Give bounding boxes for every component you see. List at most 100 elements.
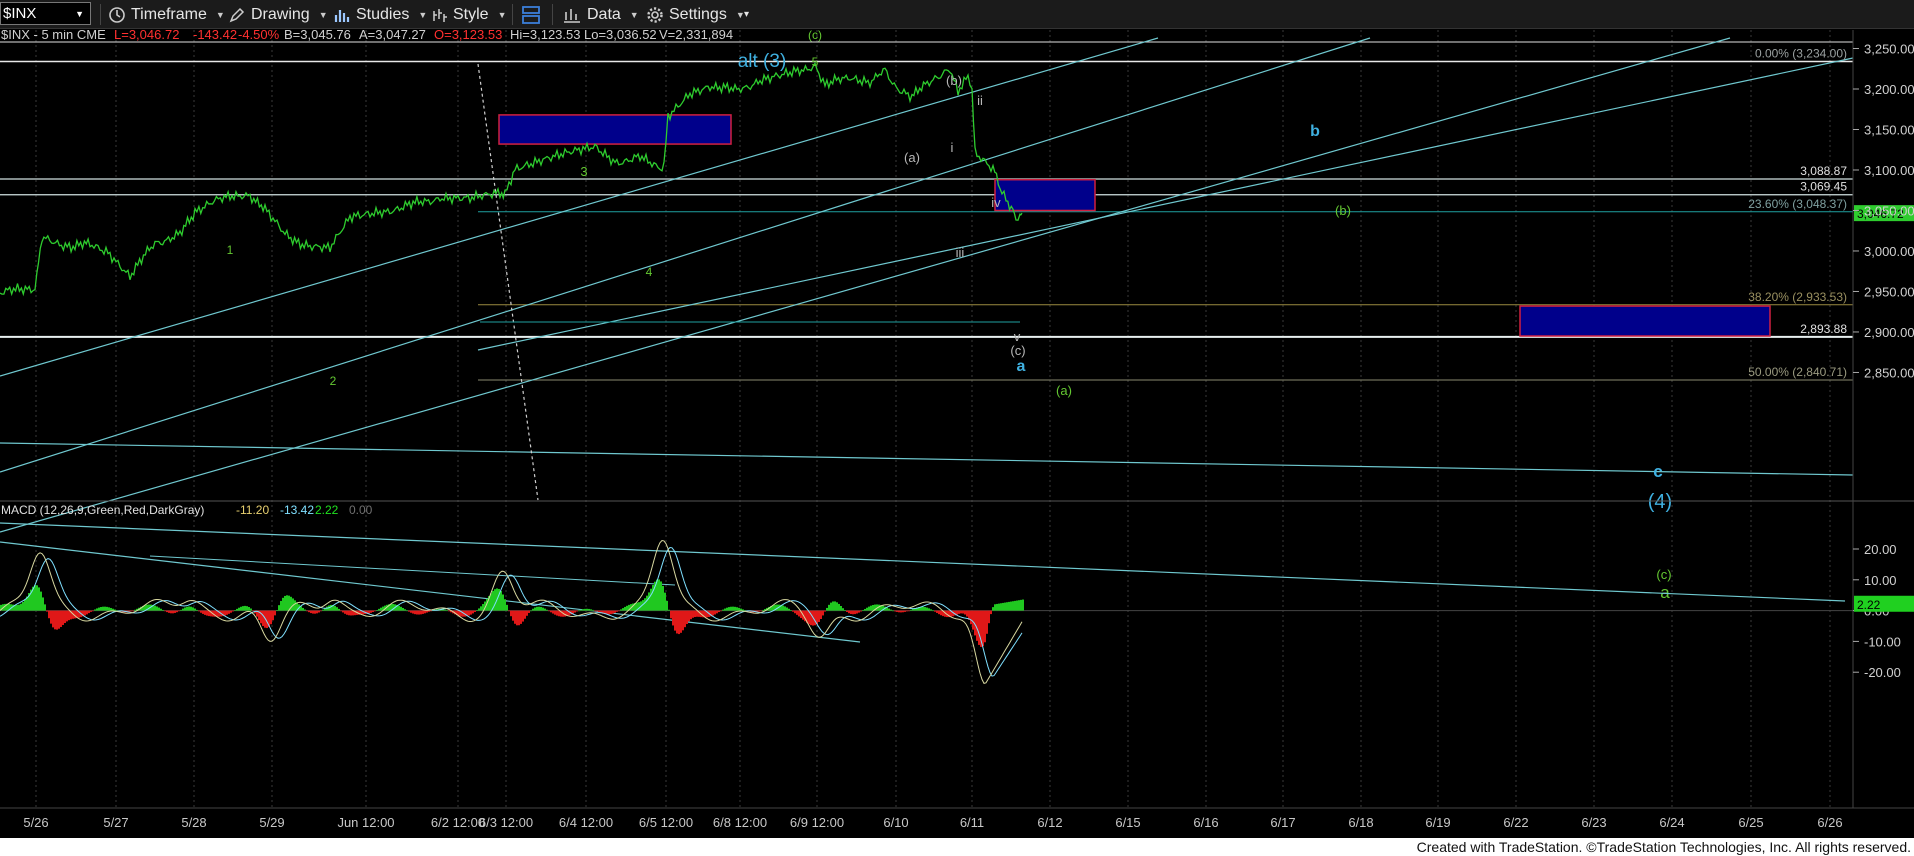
macd-histogram-bar — [724, 608, 726, 611]
macd-histogram-bar — [552, 610, 554, 614]
macd-histogram-bar — [102, 606, 104, 611]
macd-histogram-bar — [410, 610, 412, 613]
level-label: 3,069.45 — [1800, 180, 1847, 194]
macd-histogram-bar — [786, 607, 788, 611]
settings-menu[interactable]: Settings ▼ — [646, 0, 745, 29]
macd-histogram-bar — [502, 594, 504, 611]
toolbar-divider — [512, 4, 513, 25]
macd-histogram-bar — [192, 607, 194, 611]
macd-histogram-bar — [400, 606, 402, 611]
macd-histogram-bar — [858, 610, 860, 613]
pct-change: -4.50% — [238, 30, 280, 42]
macd-histogram-bar — [342, 610, 344, 613]
macd-histogram-bar — [760, 610, 762, 612]
macd-histogram-bar — [992, 607, 994, 611]
macd-histogram-bar — [426, 610, 428, 613]
macd-histogram-bar — [424, 610, 426, 614]
macd-histogram-bar — [854, 610, 856, 615]
macd-histogram-bar — [422, 610, 424, 614]
macd-histogram-bar — [88, 610, 90, 614]
layout-button[interactable] — [520, 0, 542, 29]
timeframe-label: Timeframe — [131, 5, 207, 23]
copyright-text: Created with TradeStation. ©TradeStation… — [1416, 839, 1911, 855]
macd-last-tag-label: 2.22 — [1857, 598, 1881, 612]
x-tick-label: 5/26 — [23, 815, 48, 830]
macd-histogram-bar — [346, 610, 348, 615]
macd-hist-value: 2.22 — [315, 503, 339, 517]
footer: Created with TradeStation. ©TradeStation… — [0, 838, 1914, 856]
toolbar-divider — [552, 4, 553, 25]
macd-histogram-bar — [962, 610, 964, 614]
macd-histogram-bar — [374, 610, 376, 612]
macd-histogram-bar — [272, 610, 274, 621]
style-menu[interactable]: Style ▼ — [430, 0, 507, 29]
wave-label: (4) — [1648, 491, 1672, 513]
macd-histogram-bar — [894, 610, 896, 612]
level-label: 0.00% (3,234.00) — [1755, 46, 1847, 60]
macd-histogram-bar — [782, 605, 784, 611]
macd-histogram-bar — [728, 607, 730, 611]
wave-label: a — [1017, 358, 1026, 375]
y-tick-label: 2,850.00 — [1864, 365, 1914, 380]
x-tick-label: 6/3 12:00 — [479, 815, 533, 830]
macd-histogram-bar — [350, 610, 352, 616]
macd-histogram-bar — [184, 607, 186, 611]
macd-histogram-bar — [650, 588, 652, 611]
price-chart[interactable]: 3,046.72 12345(c)alt (3)(a)(b)iiiiiiivv(… — [0, 30, 1914, 838]
wave-label: (b) — [946, 73, 962, 88]
macd-histogram-bar — [996, 603, 998, 611]
wave-label: (c) — [1656, 567, 1671, 582]
macd-histogram-bar — [476, 610, 478, 611]
macd-histogram-bar — [612, 610, 614, 614]
macd-histogram-bar — [92, 610, 94, 612]
macd-histogram-bar — [156, 606, 158, 611]
macd-histogram-bar — [46, 610, 48, 612]
macd-histogram-bar — [820, 610, 822, 619]
chevron-down-icon: ▼ — [215, 9, 225, 20]
macd-histogram-bar — [598, 610, 600, 613]
x-tick-label: 6/22 — [1503, 815, 1528, 830]
macd-histogram-bar — [244, 605, 246, 611]
macd-histogram-bar — [526, 610, 528, 616]
macd-histogram-bar — [718, 610, 720, 613]
macd-histogram-bar — [178, 610, 180, 612]
macd-histogram-bar — [674, 610, 676, 631]
macd-histogram-bar — [938, 610, 940, 615]
macd-histogram-bar — [844, 610, 846, 611]
timeframe-menu[interactable]: Timeframe ▼ — [108, 0, 225, 29]
studies-menu[interactable]: Studies ▼ — [333, 0, 427, 29]
x-tick-label: 5/29 — [259, 815, 284, 830]
macd-histogram-bar — [1008, 601, 1010, 611]
macd-histogram-bar — [280, 600, 282, 611]
macd-histogram-bar — [478, 608, 480, 611]
macd-value: -11.20 — [236, 503, 269, 517]
macd-histogram-bar — [404, 609, 406, 611]
drawing-menu[interactable]: Drawing ▼ — [228, 0, 328, 29]
wave-label: 3 — [580, 164, 587, 179]
macd-histogram-bar — [870, 605, 872, 611]
macd-histogram-bar — [402, 607, 404, 611]
macd-histogram-bar — [530, 610, 532, 612]
data-menu[interactable]: Data ▼ — [562, 0, 639, 29]
macd-histogram-bar — [676, 610, 678, 634]
toolbar-overflow-button[interactable]: ▾ — [744, 0, 749, 29]
macd-histogram-bar — [940, 610, 942, 616]
macd-histogram-bar — [896, 610, 898, 612]
x-tick-label: 6/18 — [1348, 815, 1373, 830]
chevron-down-icon: ▼ — [629, 9, 639, 20]
macd-histogram-bar — [110, 607, 112, 611]
symbol-selector[interactable]: $INX ▼ — [0, 2, 91, 25]
wave-label: ii — [977, 93, 983, 108]
volume: V=2,331,894 — [659, 30, 733, 42]
macd-histogram-bar — [716, 610, 718, 614]
macd-histogram-bar — [784, 606, 786, 611]
macd-histogram-bar — [922, 606, 924, 611]
net-change: -143.42 — [193, 30, 237, 42]
macd-title: MACD (12,26,9,Green,Red,DarkGray) — [1, 503, 204, 517]
macd-histogram-bar — [96, 608, 98, 611]
macd-histogram-bar — [160, 608, 162, 611]
macd-histogram-bar — [132, 610, 134, 612]
macd-histogram-bar — [934, 610, 936, 612]
settings-label: Settings — [669, 5, 727, 23]
macd-histogram-bar — [418, 610, 420, 615]
